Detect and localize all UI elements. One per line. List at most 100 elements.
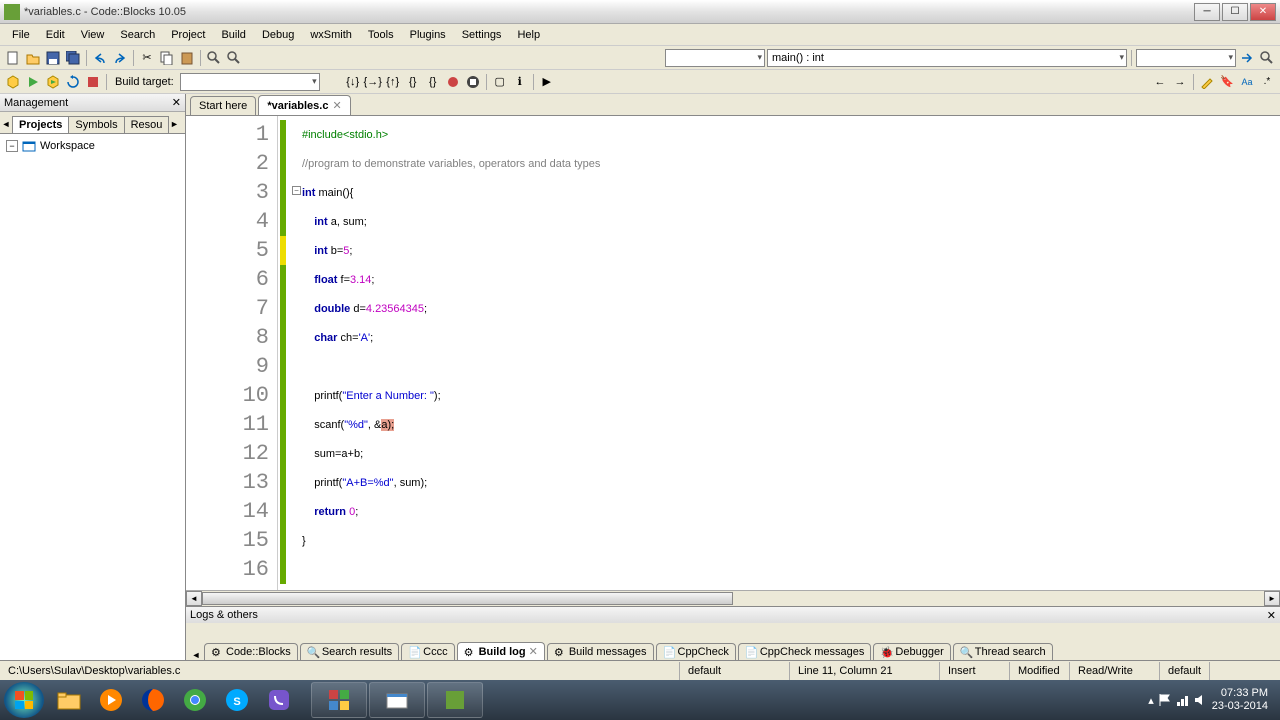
debug-next-icon[interactable]: {} — [404, 73, 422, 91]
goto-icon[interactable] — [1238, 49, 1256, 67]
code-editor[interactable]: 1 2 3 4 5 6 7 8 9 10 11 12 13 14 15 16 — [186, 116, 1280, 590]
menu-plugins[interactable]: Plugins — [402, 27, 454, 43]
save-icon[interactable] — [44, 49, 62, 67]
log-tab-cccc[interactable]: 📄Cccc — [401, 643, 454, 660]
tray-clock[interactable]: 07:33 PM 23-03-2014 — [1212, 687, 1268, 713]
scroll-thumb[interactable] — [202, 592, 733, 605]
menu-view[interactable]: View — [73, 27, 113, 43]
nav-back-icon[interactable]: ← — [1151, 73, 1169, 91]
log-tab-cppcheckmsg[interactable]: 📄CppCheck messages — [738, 643, 872, 660]
combo-right[interactable] — [1136, 49, 1236, 67]
log-tab-buildlog[interactable]: ⚙Build log✕ — [457, 642, 545, 660]
log-tab-buildmsg[interactable]: ⚙Build messages — [547, 643, 654, 660]
start-button[interactable] — [4, 682, 44, 718]
rebuild-icon[interactable] — [64, 73, 82, 91]
tab-variables-c[interactable]: *variables.c ✕ — [258, 95, 350, 115]
debug-cursor-icon[interactable]: {} — [424, 73, 442, 91]
tree-expand-icon[interactable]: − — [6, 140, 18, 152]
volume-icon[interactable] — [1194, 693, 1208, 707]
log-tab-search[interactable]: 🔍Search results — [300, 643, 399, 660]
build-run-icon[interactable] — [44, 73, 62, 91]
media-player-icon[interactable] — [91, 684, 131, 716]
scroll-track[interactable] — [202, 591, 1264, 606]
horizontal-scrollbar[interactable]: ◄ ► — [186, 590, 1280, 606]
close-button[interactable]: ✕ — [1250, 3, 1276, 21]
menu-file[interactable]: File — [4, 27, 38, 43]
log-tab-debugger[interactable]: 🐞Debugger — [873, 643, 950, 660]
copy-icon[interactable] — [158, 49, 176, 67]
menu-project[interactable]: Project — [163, 27, 213, 43]
tab-close-icon[interactable]: ✕ — [332, 99, 341, 112]
menu-debug[interactable]: Debug — [254, 27, 302, 43]
system-tray[interactable]: ▴ 07:33 PM 23-03-2014 — [1140, 687, 1276, 713]
bookmark-icon[interactable]: 🔖 — [1218, 73, 1236, 91]
explorer-icon[interactable] — [49, 684, 89, 716]
tab-scroll-right-icon[interactable]: ► — [168, 115, 180, 133]
logs-close-icon[interactable]: ✕ — [1267, 609, 1276, 622]
new-file-icon[interactable] — [4, 49, 22, 67]
cut-icon[interactable]: ✂ — [138, 49, 156, 67]
maximize-button[interactable]: ☐ — [1222, 3, 1248, 21]
viber-icon[interactable] — [259, 684, 299, 716]
tool-c-icon[interactable]: ▶ — [538, 73, 556, 91]
debug-over-icon[interactable]: {→} — [364, 73, 382, 91]
scope-combo[interactable]: main() : int — [767, 49, 1127, 67]
undo-icon[interactable] — [91, 49, 109, 67]
scroll-right-icon[interactable]: ► — [1264, 591, 1280, 606]
nav-fwd-icon[interactable]: → — [1171, 73, 1189, 91]
taskbar-app-codeblocks[interactable] — [427, 682, 483, 718]
find-icon[interactable] — [205, 49, 223, 67]
debug-break-icon[interactable] — [444, 73, 462, 91]
flag-icon[interactable] — [1158, 693, 1172, 707]
tree-workspace[interactable]: − Workspace — [4, 138, 181, 154]
taskbar-app-2[interactable] — [369, 682, 425, 718]
menu-tools[interactable]: Tools — [360, 27, 402, 43]
menu-help[interactable]: Help — [509, 27, 548, 43]
menu-edit[interactable]: Edit — [38, 27, 73, 43]
paste-icon[interactable] — [178, 49, 196, 67]
menu-build[interactable]: Build — [213, 27, 253, 43]
tab-projects[interactable]: Projects — [12, 116, 69, 133]
replace-icon[interactable] — [225, 49, 243, 67]
skype-icon[interactable]: S — [217, 684, 257, 716]
tab-scroll-left-icon[interactable]: ◄ — [0, 115, 12, 133]
tab-symbols[interactable]: Symbols — [68, 116, 124, 133]
debug-stop-icon[interactable] — [464, 73, 482, 91]
debug-step-icon[interactable]: {↓} — [344, 73, 362, 91]
regex-icon[interactable]: .* — [1258, 73, 1276, 91]
build-icon[interactable] — [4, 73, 22, 91]
tab-start-here[interactable]: Start here — [190, 96, 256, 115]
build-target-combo[interactable] — [180, 73, 320, 91]
chrome-icon[interactable] — [175, 684, 215, 716]
tab-close-icon[interactable]: ✕ — [529, 645, 538, 658]
search-icon[interactable] — [1258, 49, 1276, 67]
open-file-icon[interactable] — [24, 49, 42, 67]
abort-icon[interactable] — [84, 73, 102, 91]
log-tab-codeblocks[interactable]: ⚙Code::Blocks — [204, 643, 298, 660]
taskbar-app-1[interactable] — [311, 682, 367, 718]
tab-resources[interactable]: Resou — [124, 116, 170, 133]
scroll-left-icon[interactable]: ◄ — [186, 591, 202, 606]
log-tab-cppcheck[interactable]: 📄CppCheck — [656, 643, 736, 660]
firefox-icon[interactable] — [133, 684, 173, 716]
combo-empty[interactable] — [665, 49, 765, 67]
management-close-icon[interactable]: ✕ — [172, 96, 181, 109]
debug-out-icon[interactable]: {↑} — [384, 73, 402, 91]
log-scroll-left-icon[interactable]: ◄ — [190, 650, 202, 660]
match-case-icon[interactable]: Aa — [1238, 73, 1256, 91]
tray-chevron-icon[interactable]: ▴ — [1148, 694, 1154, 707]
menu-wxsmith[interactable]: wxSmith — [302, 27, 360, 43]
run-icon[interactable] — [24, 73, 42, 91]
tool-b-icon[interactable]: ℹ — [511, 73, 529, 91]
log-tab-threadsearch[interactable]: 🔍Thread search — [953, 643, 1053, 660]
network-icon[interactable] — [1176, 693, 1190, 707]
highlight-icon[interactable] — [1198, 73, 1216, 91]
menu-settings[interactable]: Settings — [454, 27, 510, 43]
fold-toggle-icon[interactable]: − — [292, 186, 301, 195]
save-all-icon[interactable] — [64, 49, 82, 67]
code-content[interactable]: #include<stdio.h> //program to demonstra… — [302, 116, 1280, 590]
redo-icon[interactable] — [111, 49, 129, 67]
tool-a-icon[interactable]: ▢ — [491, 73, 509, 91]
menu-search[interactable]: Search — [112, 27, 163, 43]
minimize-button[interactable]: ─ — [1194, 3, 1220, 21]
